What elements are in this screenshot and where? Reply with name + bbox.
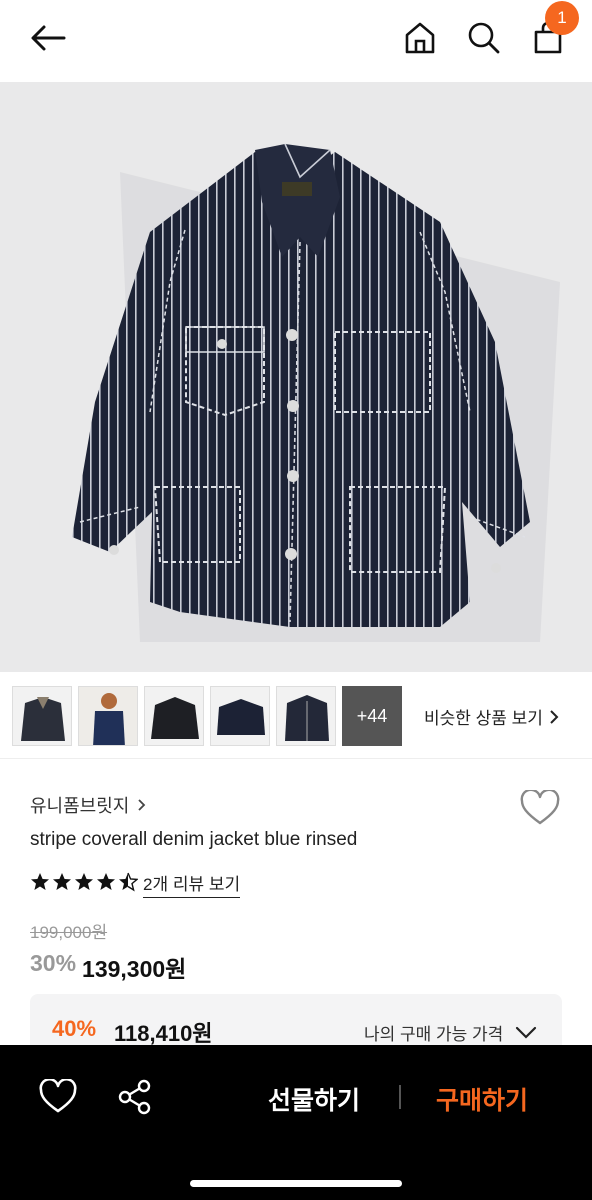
gift-button[interactable]: 선물하기 <box>268 1081 360 1117</box>
review-link[interactable]: 2개 리뷰 보기 <box>143 870 241 898</box>
thumbnail-4[interactable] <box>210 686 270 746</box>
thumbnail-3[interactable] <box>144 686 204 746</box>
chevron-right-icon <box>550 709 559 724</box>
my-price-toggle[interactable]: 나의 구매 가능 가격 <box>364 1020 537 1045</box>
buy-button[interactable]: 구매하기 <box>436 1081 528 1117</box>
top-bar: 1 <box>0 0 592 82</box>
heart-icon <box>520 788 560 825</box>
discount-rate: 30% <box>30 950 77 976</box>
thumbnail-image <box>277 687 335 745</box>
cart-count-badge: 1 <box>545 1 579 35</box>
sale-price-row: 30% 139,300원 <box>30 950 186 984</box>
thumbnail-2[interactable] <box>78 686 138 746</box>
divider <box>0 758 592 759</box>
original-price: 199,000원 <box>30 923 108 942</box>
more-images-button[interactable]: +44 <box>342 686 402 746</box>
star-rating <box>30 868 138 896</box>
search-icon <box>468 22 500 54</box>
thumbnail-image <box>211 687 269 745</box>
chevron-right-icon <box>138 799 146 811</box>
back-arrow-icon <box>31 25 66 51</box>
share-icon <box>118 1079 151 1115</box>
thumbnail-image <box>145 687 203 745</box>
sale-price: 139,300원 <box>82 956 187 982</box>
product-main-image[interactable] <box>0 82 592 672</box>
my-price-label: 나의 구매 가능 가격 <box>364 1025 504 1044</box>
similar-products-label: 비슷한 상품 보기 <box>424 709 543 728</box>
share-button[interactable] <box>116 1079 154 1120</box>
my-discount-rate: 40% <box>52 1016 97 1041</box>
thumbnail-1[interactable] <box>12 686 72 746</box>
chevron-down-icon <box>516 1026 537 1039</box>
star-icon <box>31 873 49 890</box>
bottom-action-bar: 선물하기 구매하기 <box>0 1045 592 1200</box>
home-indicator[interactable] <box>190 1180 402 1187</box>
my-price: 118,410원 <box>114 1021 213 1046</box>
bottom-wishlist-button[interactable] <box>38 1077 78 1120</box>
star-icon <box>75 873 93 890</box>
thumbnail-image <box>79 687 137 745</box>
star-icon <box>97 873 115 890</box>
jacket-image <box>72 143 560 642</box>
heart-icon <box>39 1077 77 1113</box>
product-title: stripe coverall denim jacket blue rinsed <box>30 829 358 850</box>
similar-products-link[interactable]: 비슷한 상품 보기 <box>424 704 559 729</box>
button-separator <box>399 1085 401 1109</box>
home-button[interactable] <box>398 16 442 60</box>
thumbnail-image <box>13 687 71 745</box>
star-icon <box>53 873 71 890</box>
thumbnail-strip: +44 비슷한 상품 보기 <box>0 684 592 748</box>
home-icon <box>405 22 435 54</box>
brand-name: 유니폼브릿지 <box>30 796 130 816</box>
search-button[interactable] <box>462 16 506 60</box>
back-button[interactable] <box>26 18 70 58</box>
wishlist-button[interactable] <box>520 788 560 831</box>
half-star-icon <box>119 872 138 892</box>
thumbnail-5[interactable] <box>276 686 336 746</box>
brand-link[interactable]: 유니폼브릿지 <box>30 792 146 818</box>
